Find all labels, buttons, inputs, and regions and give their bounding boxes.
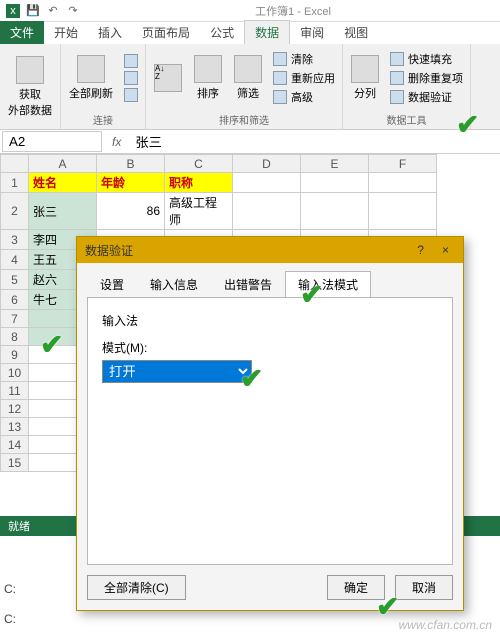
undo-icon[interactable]: ↶ [46, 4, 60, 18]
reapply-button[interactable]: 重新应用 [270, 69, 338, 87]
refresh-all-button[interactable]: 全部刷新 [65, 53, 117, 103]
footer-text: C: [4, 582, 16, 596]
cell-b1[interactable]: 年龄 [97, 173, 165, 193]
mode-label: 模式(M): [102, 339, 438, 356]
tab-view[interactable]: 视图 [334, 21, 378, 44]
watermark: www.cfan.com.cn [399, 618, 492, 632]
refresh-icon [77, 55, 105, 83]
validation-icon [390, 90, 404, 104]
properties-button[interactable] [121, 70, 141, 86]
cell-a2[interactable]: 张三 [29, 193, 97, 230]
tab-file[interactable]: 文件 [0, 21, 44, 44]
connections-button[interactable] [121, 53, 141, 69]
editlinks-button[interactable] [121, 87, 141, 103]
dialog-tab-error[interactable]: 出错警告 [211, 271, 285, 298]
dialog-tab-ime[interactable]: 输入法模式 [285, 271, 371, 298]
dialog-tab-input[interactable]: 输入信息 [137, 271, 211, 298]
flash-fill-button[interactable]: 快速填充 [387, 50, 466, 68]
advanced-filter-button[interactable]: 高级 [270, 88, 338, 106]
clear-icon [273, 52, 287, 66]
clear-all-button[interactable]: 全部清除(C) [87, 575, 186, 600]
formula-bar[interactable] [129, 132, 500, 151]
name-box[interactable] [2, 131, 102, 152]
tab-formula[interactable]: 公式 [200, 21, 244, 44]
tab-review[interactable]: 审阅 [290, 21, 334, 44]
dialog-title: 数据验证 [85, 242, 411, 259]
dup-icon [390, 71, 404, 85]
clear-filter-button[interactable]: 清除 [270, 50, 338, 68]
fx-icon[interactable]: fx [104, 135, 129, 149]
footer-text: C: [4, 612, 16, 626]
sort-az-button[interactable]: A↓Z [150, 62, 186, 94]
cell-c1[interactable]: 职称 [165, 173, 233, 193]
cell-a1[interactable]: 姓名 [29, 173, 97, 193]
cell-b2[interactable]: 86 [97, 193, 165, 230]
tab-home[interactable]: 开始 [44, 21, 88, 44]
save-icon[interactable]: 💾 [26, 4, 40, 18]
cancel-button[interactable]: 取消 [395, 575, 453, 600]
tab-insert[interactable]: 插入 [88, 21, 132, 44]
sort-icon [194, 55, 222, 83]
funnel-icon [234, 55, 262, 83]
window-title: 工作簿1 - Excel [86, 3, 500, 19]
text-to-columns-button[interactable]: 分列 [347, 53, 383, 103]
ime-mode-select[interactable]: 打开 [102, 360, 252, 383]
dialog-close-button[interactable]: × [436, 243, 455, 257]
reapply-icon [273, 71, 287, 85]
data-validation-button[interactable]: 数据验证 [387, 88, 466, 106]
status-text: 就绪 [8, 518, 30, 534]
flash-icon [390, 52, 404, 66]
get-external-data-button[interactable]: 获取 外部数据 [4, 54, 56, 120]
filter-button[interactable]: 筛选 [230, 53, 266, 103]
ime-section-label: 输入法 [102, 312, 438, 329]
dialog-help-button[interactable]: ? [411, 243, 430, 257]
tab-data[interactable]: 数据 [244, 20, 290, 44]
excel-icon: x [6, 4, 20, 18]
sort-az-icon: A↓Z [154, 64, 182, 92]
tab-layout[interactable]: 页面布局 [132, 21, 200, 44]
database-icon [16, 56, 44, 84]
redo-icon[interactable]: ↷ [66, 4, 80, 18]
data-validation-dialog: 数据验证 ? × 设置 输入信息 出错警告 输入法模式 输入法 模式(M): 打… [76, 236, 464, 611]
cell-c2[interactable]: 高级工程师 [165, 193, 233, 230]
advanced-icon [273, 90, 287, 104]
remove-duplicates-button[interactable]: 删除重复项 [387, 69, 466, 87]
sort-button[interactable]: 排序 [190, 53, 226, 103]
columns-icon [351, 55, 379, 83]
dialog-tab-settings[interactable]: 设置 [87, 271, 137, 298]
ok-button[interactable]: 确定 [327, 575, 385, 600]
